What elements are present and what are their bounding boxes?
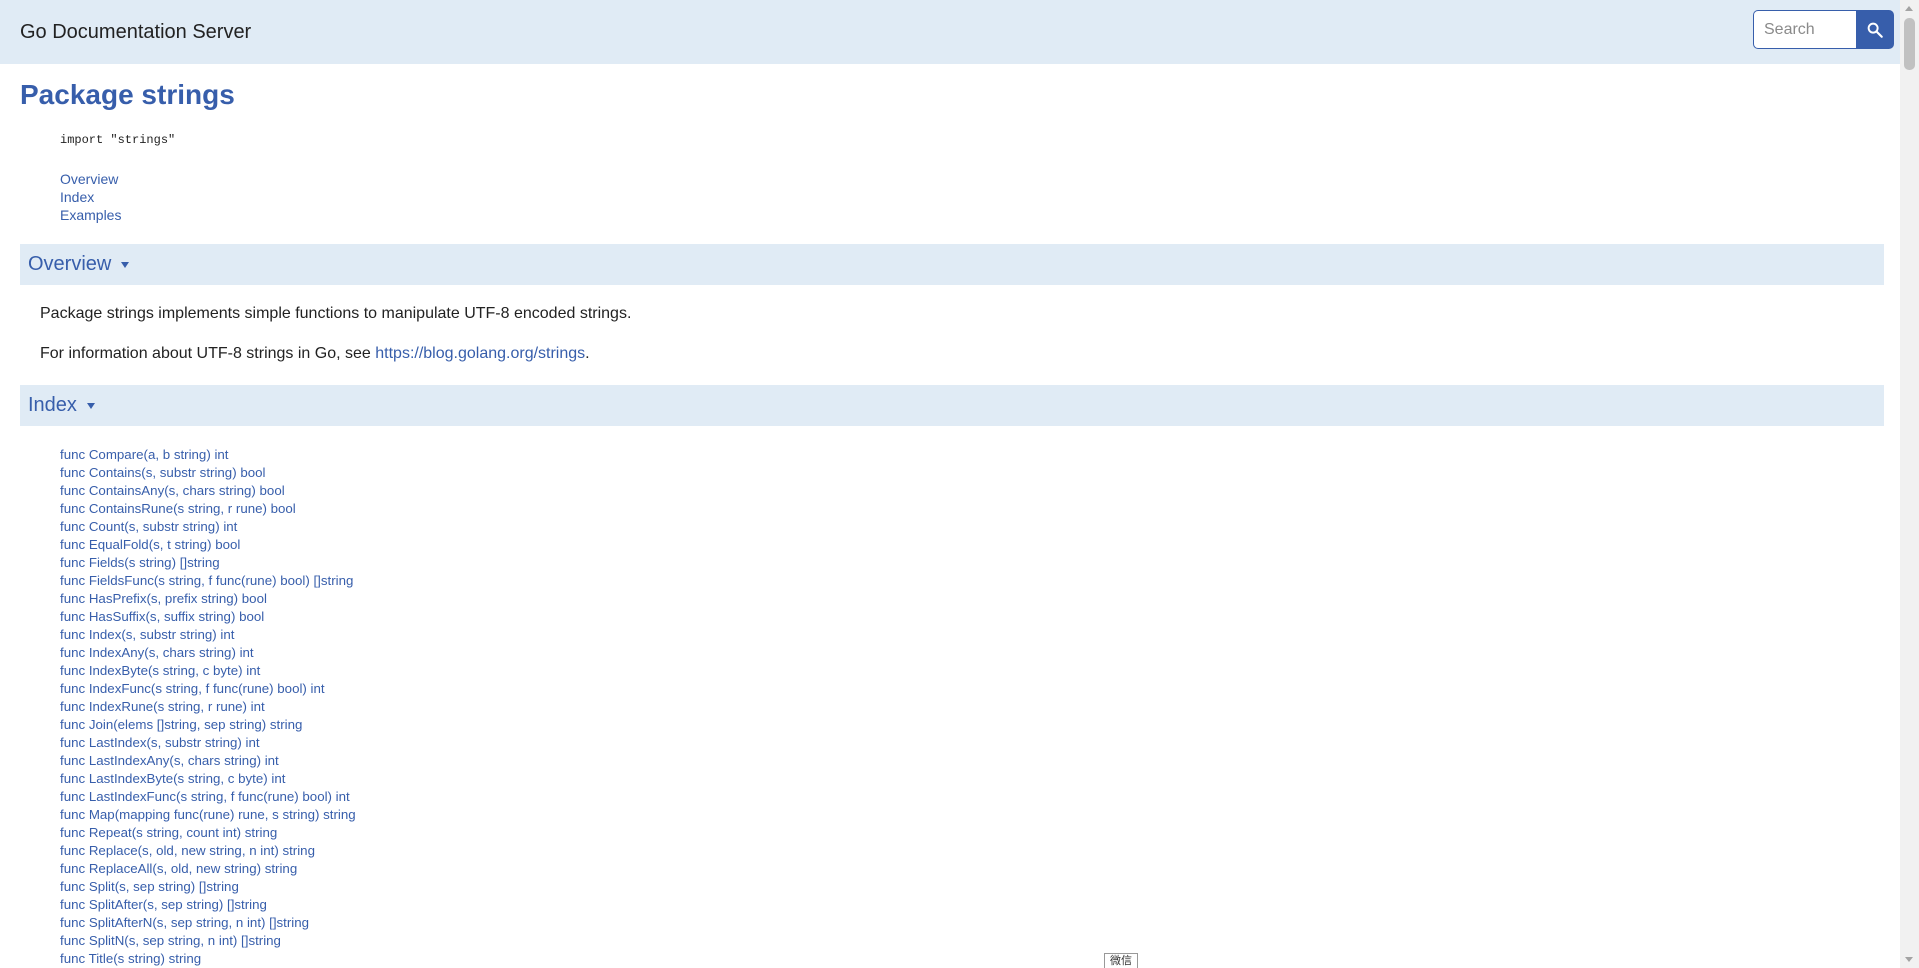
index-link[interactable]: func LastIndex(s, substr string) int xyxy=(60,734,356,752)
blog-strings-link[interactable]: https://blog.golang.org/strings xyxy=(375,345,585,362)
index-link[interactable]: func Fields(s string) []string xyxy=(60,554,356,572)
index-list: func Compare(a, b string) int func Conta… xyxy=(60,446,356,968)
index-link[interactable]: func Compare(a, b string) int xyxy=(60,446,356,464)
index-link[interactable]: func Contains(s, substr string) bool xyxy=(60,464,356,482)
index-link[interactable]: func IndexRune(s string, r rune) int xyxy=(60,698,356,716)
index-link[interactable]: func SplitAfter(s, sep string) []string xyxy=(60,896,356,914)
scroll-thumb[interactable] xyxy=(1904,18,1915,70)
index-link[interactable]: func IndexFunc(s string, f func(rune) bo… xyxy=(60,680,356,698)
index-link[interactable]: func Title(s string) string xyxy=(60,950,356,968)
overview-paragraph-link: For information about UTF-8 strings in G… xyxy=(40,345,590,363)
import-statement: import "strings" xyxy=(60,133,176,147)
overview-section-header[interactable]: Overview xyxy=(20,244,1884,285)
index-link[interactable]: func Join(elems []string, sep string) st… xyxy=(60,716,356,734)
index-link[interactable]: func SplitAfterN(s, sep string, n int) [… xyxy=(60,914,356,932)
index-link[interactable]: func Map(mapping func(rune) rune, s stri… xyxy=(60,806,356,824)
index-link[interactable]: func FieldsFunc(s string, f func(rune) b… xyxy=(60,572,356,590)
vertical-scrollbar[interactable] xyxy=(1900,0,1919,968)
index-link[interactable]: func ReplaceAll(s, old, new string) stri… xyxy=(60,860,356,878)
index-link[interactable]: func EqualFold(s, t string) bool xyxy=(60,536,356,554)
overview-paragraph-suffix: . xyxy=(585,345,590,362)
index-link[interactable]: func IndexByte(s string, c byte) int xyxy=(60,662,356,680)
index-link[interactable]: func HasSuffix(s, suffix string) bool xyxy=(60,608,356,626)
overview-heading[interactable]: Overview xyxy=(28,253,111,276)
index-link[interactable]: func Repeat(s string, count int) string xyxy=(60,824,356,842)
scroll-down-arrow-icon[interactable] xyxy=(1905,957,1913,962)
overview-paragraph: Package strings implements simple functi… xyxy=(40,305,632,322)
site-title[interactable]: Go Documentation Server xyxy=(20,21,251,44)
index-link[interactable]: func IndexAny(s, chars string) int xyxy=(60,644,356,662)
toc-link-examples[interactable]: Examples xyxy=(60,206,121,224)
wechat-badge[interactable]: 微信 xyxy=(1104,953,1138,968)
toc-link-index[interactable]: Index xyxy=(60,188,121,206)
index-link[interactable]: func ContainsRune(s string, r rune) bool xyxy=(60,500,356,518)
search-button[interactable] xyxy=(1856,10,1894,49)
index-link[interactable]: func Count(s, substr string) int xyxy=(60,518,356,536)
index-link[interactable]: func SplitN(s, sep string, n int) []stri… xyxy=(60,932,356,950)
index-link[interactable]: func LastIndexAny(s, chars string) int xyxy=(60,752,356,770)
index-link[interactable]: func HasPrefix(s, prefix string) bool xyxy=(60,590,356,608)
search-input[interactable] xyxy=(1753,10,1856,49)
index-section-header[interactable]: Index xyxy=(20,385,1884,426)
index-link[interactable]: func Split(s, sep string) []string xyxy=(60,878,356,896)
index-link[interactable]: func ContainsAny(s, chars string) bool xyxy=(60,482,356,500)
index-link[interactable]: func LastIndexByte(s string, c byte) int xyxy=(60,770,356,788)
top-bar: Go Documentation Server xyxy=(0,0,1900,64)
overview-paragraph-prefix: For information about UTF-8 strings in G… xyxy=(40,345,376,362)
triangle-down-icon[interactable] xyxy=(121,262,129,268)
triangle-down-icon[interactable] xyxy=(87,403,95,409)
index-heading[interactable]: Index xyxy=(28,394,77,417)
search-icon xyxy=(1867,22,1883,38)
scroll-up-arrow-icon[interactable] xyxy=(1905,6,1913,11)
index-link[interactable]: func Index(s, substr string) int xyxy=(60,626,356,644)
page-title: Package strings xyxy=(20,79,235,110)
table-of-contents: Overview Index Examples xyxy=(60,170,121,224)
toc-link-overview[interactable]: Overview xyxy=(60,170,121,188)
index-link[interactable]: func Replace(s, old, new string, n int) … xyxy=(60,842,356,860)
index-link[interactable]: func LastIndexFunc(s string, f func(rune… xyxy=(60,788,356,806)
